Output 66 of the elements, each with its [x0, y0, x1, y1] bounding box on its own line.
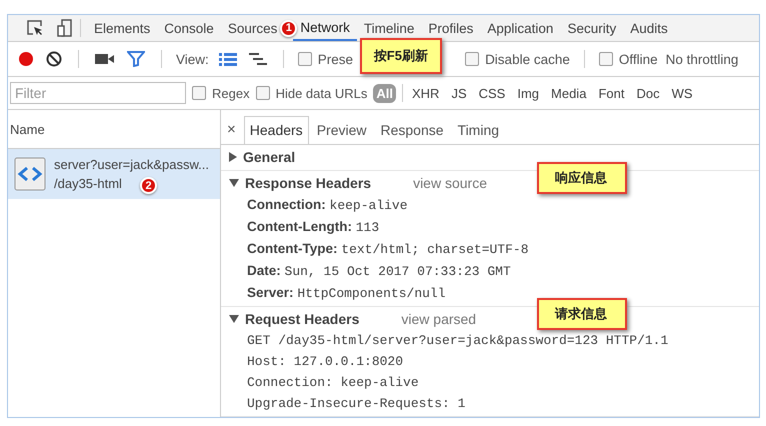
panel-tab[interactable]: Security — [560, 15, 624, 41]
section-title[interactable]: General — [243, 149, 296, 165]
document-icon — [14, 157, 46, 191]
expanded-triangle-icon[interactable] — [229, 179, 239, 187]
checkbox-label: Hide data URLs — [276, 86, 368, 100]
detail-tab[interactable]: Headers — [244, 116, 309, 144]
header-line: Upgrade-Insecure-Requests: 1 — [247, 395, 466, 412]
checkbox-label: Regex — [212, 86, 250, 100]
checkbox[interactable] — [298, 52, 312, 66]
type-filter[interactable]: CSS — [476, 84, 508, 102]
record-button[interactable] — [16, 49, 36, 69]
inspect-icon[interactable] — [26, 19, 44, 37]
request-name: server?user=jack&passw... — [54, 157, 209, 172]
type-filter[interactable]: JS — [448, 84, 470, 102]
annotation-note: 请求信息 — [537, 298, 627, 330]
panel-tab[interactable]: Audits — [623, 15, 675, 41]
detail-tab[interactable]: Response — [374, 116, 450, 144]
panel-tab[interactable]: Console — [157, 15, 221, 41]
header-line: GET /day35-html/server?user=jack&password=123 HTTP/1.1 — [247, 332, 668, 349]
header-line: Connection: keep-alive — [247, 374, 419, 391]
checkbox-label: Disable cache — [485, 52, 570, 66]
checkbox[interactable] — [598, 52, 613, 66]
request-path: /day35-html — [54, 176, 122, 191]
filter-button[interactable] — [125, 49, 147, 69]
header-line: Content-Type: text/html; charset=UTF-8 — [247, 240, 528, 258]
type-filter[interactable]: Font — [595, 84, 628, 102]
view-label: View: — [176, 52, 209, 66]
header-line: Server: HttpComponents/null — [247, 284, 446, 302]
annotation-note: 按F5刷新 — [360, 38, 442, 74]
panel-tab[interactable]: Network — [293, 15, 357, 41]
panel-tab[interactable]: Application — [480, 15, 560, 41]
panel-tab[interactable]: Elements — [87, 15, 158, 41]
header-line: Content-Length: 113 — [247, 218, 380, 236]
clear-button[interactable] — [44, 49, 64, 69]
type-filter[interactable]: XHR — [408, 84, 442, 102]
detail-tab[interactable]: Preview — [310, 116, 372, 144]
checkbox[interactable] — [465, 52, 480, 66]
annotation-note: 响应信息 — [537, 162, 627, 194]
header-line: Date: Sun, 15 Oct 2017 07:33:23 GMT — [247, 262, 511, 280]
filter-field[interactable]: Filter — [10, 82, 186, 104]
type-filter[interactable]: WS — [668, 84, 696, 102]
detail-tab[interactable]: Timing — [452, 116, 506, 144]
header-line: Connection: keep-alive — [247, 196, 408, 214]
view-toggle-link[interactable]: view parsed — [401, 311, 476, 327]
throttling-dropdown[interactable]: No throttling — [666, 52, 738, 66]
waterfall-view-button[interactable] — [246, 50, 269, 68]
close-button[interactable]: × — [227, 121, 242, 144]
checkbox-label: Prese — [318, 52, 354, 66]
expanded-triangle-icon[interactable] — [229, 315, 239, 323]
request-row[interactable]: server?user=jack&passw... /day35-html 2 — [8, 149, 220, 199]
device-icon[interactable] — [56, 19, 74, 37]
step-badge: 2 — [140, 177, 157, 194]
section-title[interactable]: Request Headers — [245, 311, 360, 327]
header-line: Host: 127.0.0.1:8020 — [247, 353, 404, 370]
checkbox[interactable] — [192, 86, 206, 100]
checkbox[interactable] — [256, 86, 270, 100]
checkbox-label: Offline — [618, 52, 658, 66]
list-view-button[interactable] — [216, 50, 239, 68]
section-title[interactable]: Response Headers — [245, 175, 372, 191]
view-toggle-link[interactable]: view source — [413, 175, 487, 191]
type-filter[interactable]: Img — [514, 84, 542, 102]
type-filter[interactable]: Doc — [633, 84, 663, 102]
step-badge: 1 — [280, 20, 298, 36]
column-header: Name — [10, 122, 45, 136]
type-filter[interactable]: Media — [548, 84, 590, 102]
collapsed-triangle-icon[interactable] — [229, 152, 237, 162]
